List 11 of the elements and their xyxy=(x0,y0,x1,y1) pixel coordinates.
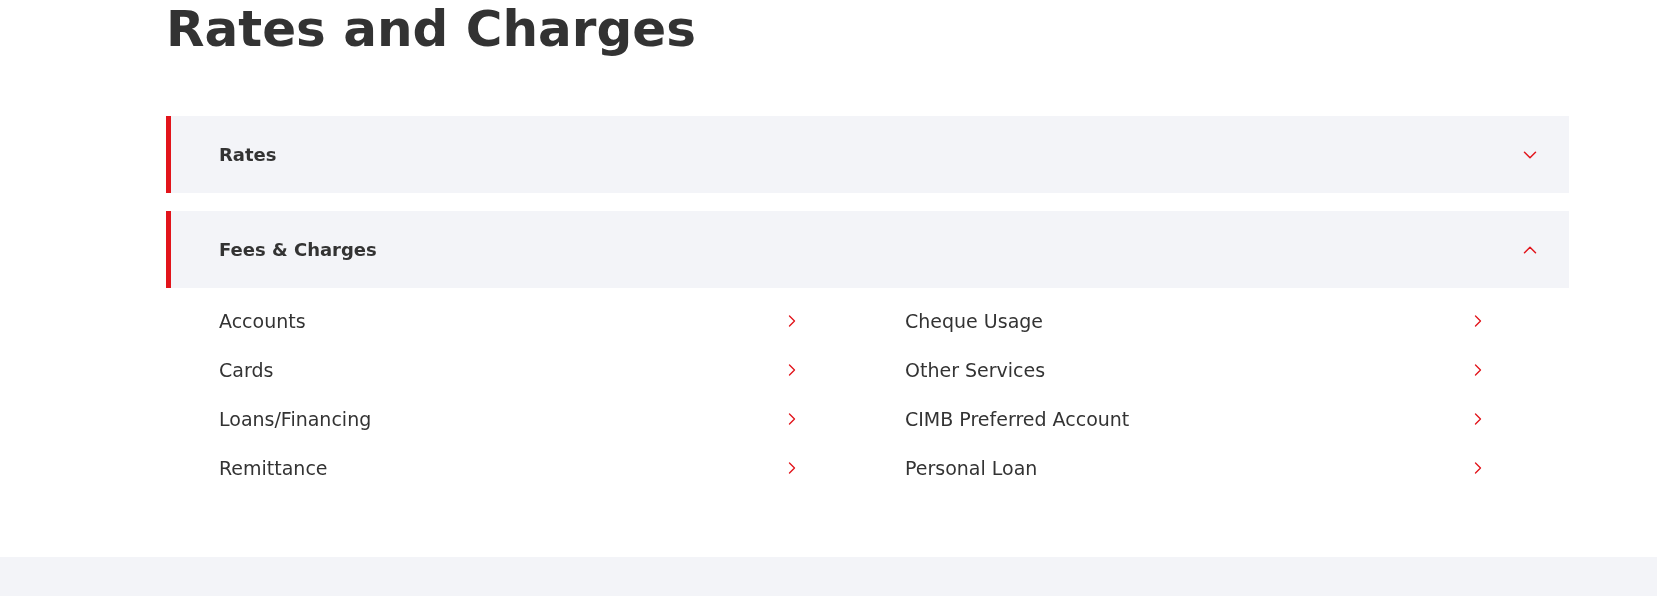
fee-link[interactable]: Accounts xyxy=(219,303,842,339)
fee-link[interactable]: CIMB Preferred Account xyxy=(905,401,1528,437)
fee-link[interactable]: Other Services xyxy=(905,352,1528,388)
accordion-header[interactable]: Fees & Charges xyxy=(166,211,1569,288)
fee-link[interactable]: Remittance xyxy=(219,450,842,486)
page-title: Rates and Charges xyxy=(166,0,696,60)
fee-link[interactable]: Personal Loan xyxy=(905,450,1528,486)
fee-link[interactable]: Cards xyxy=(219,352,842,388)
fee-link[interactable]: Loans/Financing xyxy=(219,401,842,437)
accordion-header[interactable]: Rates xyxy=(166,116,1569,193)
fee-link[interactable]: Cheque Usage xyxy=(905,303,1528,339)
